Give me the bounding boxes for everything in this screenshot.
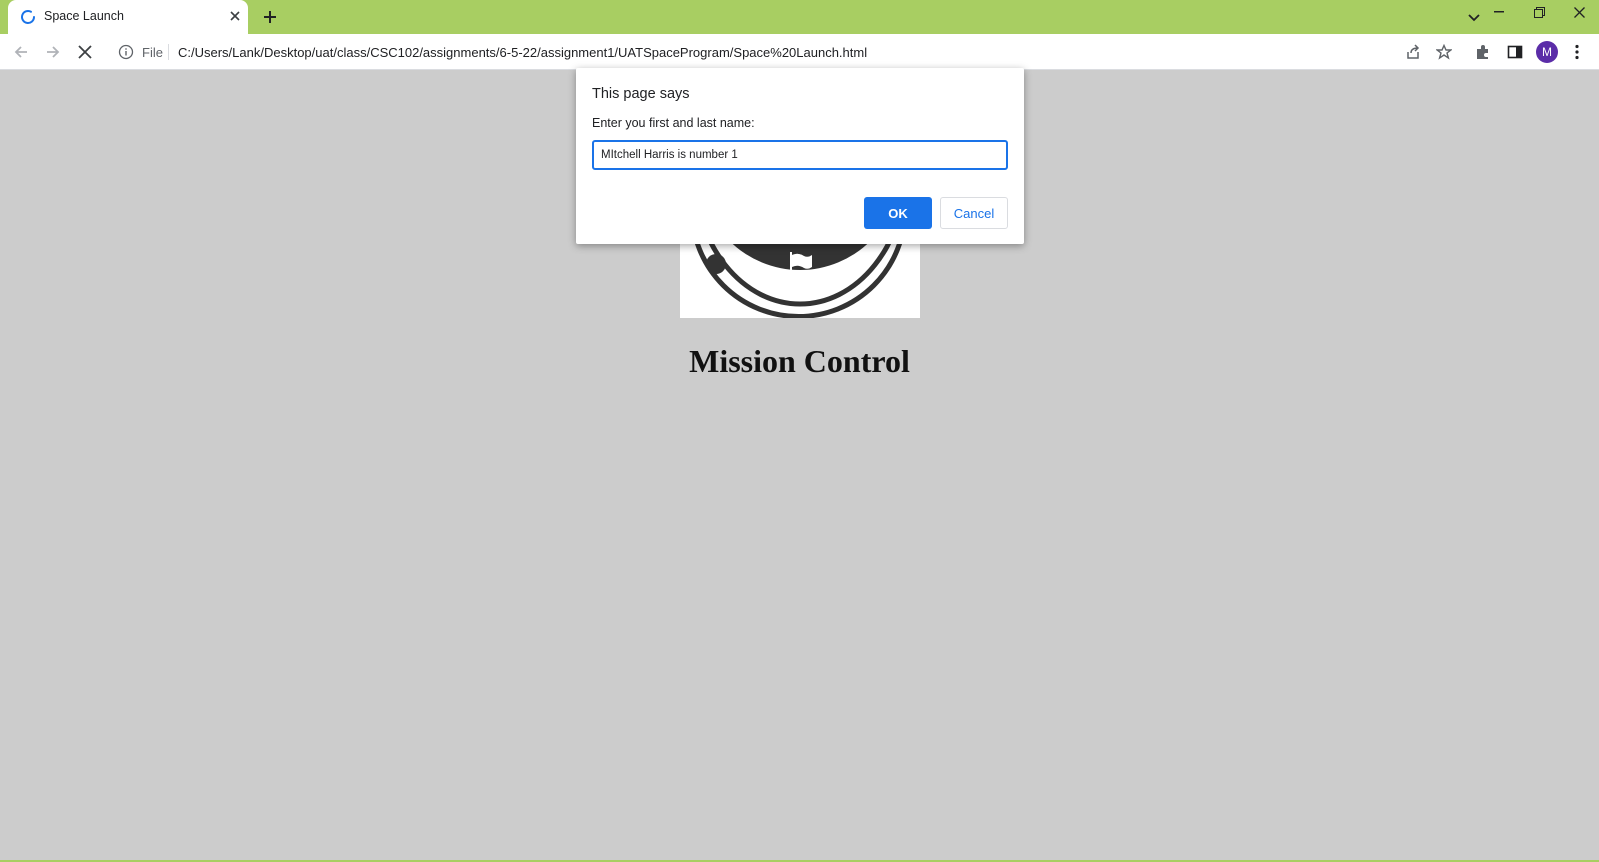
address-bar[interactable]: File C:/Users/Lank/Desktop/uat/class/CSC… <box>108 38 1438 66</box>
side-panel-icon[interactable] <box>1504 41 1526 63</box>
browser-toolbar: File C:/Users/Lank/Desktop/uat/class/CSC… <box>0 34 1599 70</box>
tab-title: Space Launch <box>44 9 124 23</box>
tab-space-launch[interactable]: Space Launch <box>8 0 248 34</box>
name-input[interactable] <box>592 140 1008 170</box>
back-arrow-icon[interactable] <box>10 41 32 63</box>
info-icon[interactable] <box>118 44 134 60</box>
forward-arrow-icon[interactable] <box>42 41 64 63</box>
new-tab-icon[interactable] <box>260 7 280 27</box>
tab-strip: Space Launch <box>0 0 1599 34</box>
more-menu-icon[interactable] <box>1566 41 1588 63</box>
dialog-header: This page says <box>592 86 690 102</box>
cancel-button[interactable]: Cancel <box>940 197 1008 229</box>
url-text[interactable]: C:/Users/Lank/Desktop/uat/class/CSC102/a… <box>178 45 867 60</box>
page-title: Mission Control <box>689 343 910 379</box>
share-icon[interactable] <box>1402 41 1424 63</box>
ok-button[interactable]: OK <box>864 197 932 229</box>
prompt-dialog: This page says Enter you first and last … <box>576 68 1024 244</box>
dialog-message: Enter you first and last name: <box>592 116 755 130</box>
loading-spinner-icon <box>21 10 35 24</box>
scheme-label: File <box>142 45 163 60</box>
close-icon[interactable] <box>226 7 244 25</box>
bookmark-star-icon[interactable] <box>1433 41 1455 63</box>
restore-icon[interactable] <box>1519 0 1559 24</box>
window-controls <box>1479 0 1599 34</box>
extensions-puzzle-icon[interactable] <box>1472 41 1494 63</box>
minimize-icon[interactable] <box>1479 0 1519 24</box>
address-divider <box>168 44 169 60</box>
profile-avatar[interactable]: M <box>1536 41 1558 63</box>
close-window-icon[interactable] <box>1559 0 1599 24</box>
stop-loading-icon[interactable] <box>74 41 96 63</box>
